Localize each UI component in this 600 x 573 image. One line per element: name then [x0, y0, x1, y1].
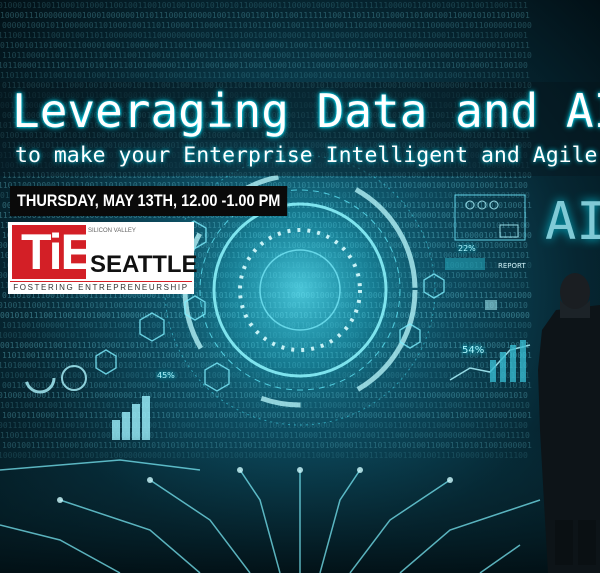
binary-row: 0011101001110100101101100011011001110100…	[0, 421, 528, 430]
logo-city: SEATTLE	[90, 251, 198, 278]
logo-tagline: FOSTERING ENTREPRENEURSHIP	[10, 281, 192, 293]
logo-mark: TiE	[12, 224, 94, 280]
binary-row: 1011000011111011101010110110101000000111…	[0, 61, 528, 70]
binary-row: 1110011111100101001101100000001110000000…	[0, 31, 528, 40]
businessman-figure	[538, 273, 600, 573]
date-time-banner: THURSDAY, MAY 13TH, 12.00 -1.00 PM	[10, 186, 288, 216]
binary-row: 0000010001011000000110100010011101100001…	[2, 21, 532, 30]
hud-panel-word: REPORT	[498, 262, 526, 270]
hud-percent-b: 54%	[462, 345, 485, 356]
tie-seattle-logo: TiE SILICON VALLEY SEATTLE FOSTERING ENT…	[8, 222, 198, 294]
hud-percent-c: 45%	[157, 371, 175, 380]
logo-small-text: SILICON VALLEY	[88, 228, 136, 234]
event-poster: 0100010110011000101000110010011001001001…	[0, 0, 600, 573]
hud-percent-a: 22%	[458, 244, 476, 253]
event-subtitle: to make your Enterprise Intelligent and …	[15, 143, 598, 168]
binary-row: 1000011100000000010001000000101011100010…	[0, 11, 530, 20]
ai-hologram-text: AI	[545, 192, 600, 252]
binary-row: 0110010110100011100001000110000001111011…	[0, 41, 530, 50]
binary-row: 1101100001101110111110111100111001011001…	[2, 51, 532, 60]
binary-row: 1101101110100101011000111010000110100010…	[0, 71, 530, 80]
event-title: Leveraging Data and AI	[12, 84, 600, 138]
binary-row: 0100010110011000101000110010011001001001…	[0, 1, 528, 10]
